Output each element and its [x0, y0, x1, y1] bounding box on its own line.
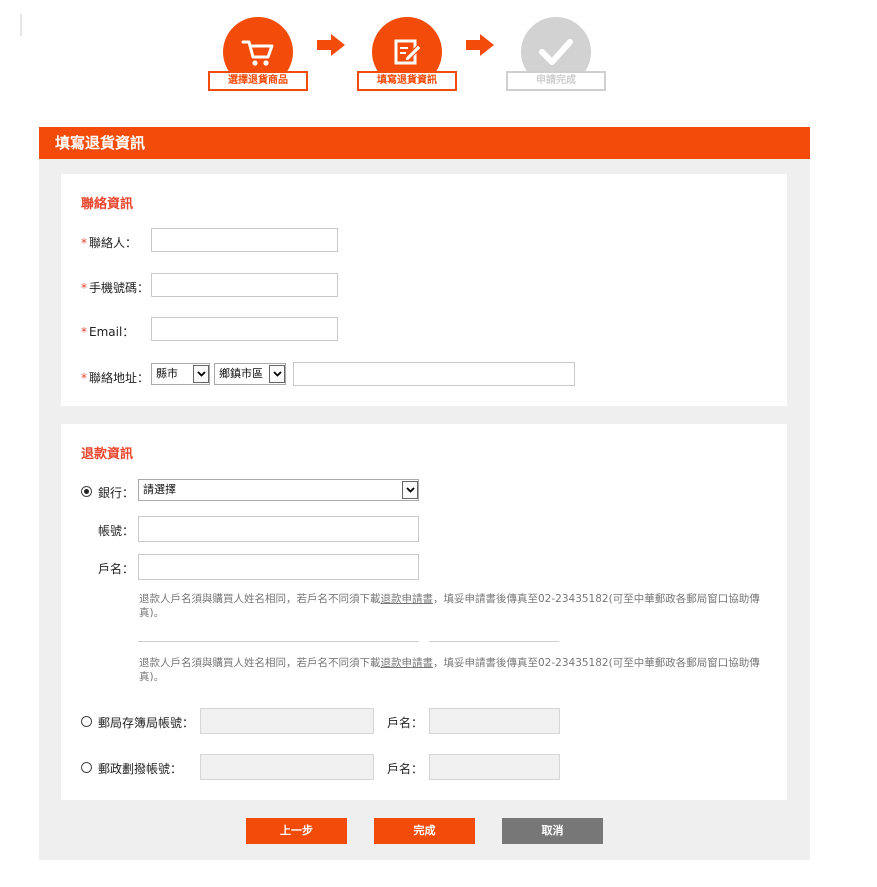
contact-name-input[interactable]	[151, 228, 338, 252]
divider	[138, 641, 419, 642]
district-select[interactable]: 鄉鎮市區	[214, 363, 286, 385]
address-input[interactable]	[293, 362, 575, 386]
prev-step-button[interactable]: 上一步	[246, 818, 347, 844]
phone-label: * 手機號碼：	[81, 281, 150, 295]
refund-note: 退款人戶名須與購買人姓名相同，若戶名不同須下載退款申請書，填妥申請書後傳真至02…	[139, 657, 760, 683]
chevron-down-icon	[269, 365, 285, 383]
post-savings-label: 郵局存簿局帳號：	[98, 716, 195, 730]
email-label: * Email：	[81, 325, 135, 339]
chevron-down-icon	[193, 365, 209, 383]
phone-input[interactable]	[151, 273, 338, 297]
step-fill-info: 填寫退貨資訊	[357, 17, 457, 91]
finish-button[interactable]: 完成	[374, 818, 475, 844]
holder-input[interactable]	[138, 554, 419, 580]
contact-section-title: 聯絡資訊	[81, 197, 134, 212]
refund-form-link[interactable]: 退款申請書	[381, 657, 434, 669]
holder-label: 戶名：	[98, 562, 135, 576]
step-label: 填寫退貨資訊	[357, 71, 457, 91]
arrow-right-icon	[466, 34, 494, 56]
step-label: 申請完成	[506, 71, 606, 91]
bank-select[interactable]: 請選擇	[138, 479, 419, 501]
postal-transfer-radio[interactable]	[81, 762, 92, 773]
post-savings-radio[interactable]	[81, 716, 92, 727]
postal-transfer-holder-input[interactable]	[429, 754, 560, 780]
address-label: * 聯絡地址：	[81, 371, 150, 385]
refund-section-title: 退款資訊	[81, 447, 134, 462]
refund-note: 退款人戶名須與購買人姓名相同，若戶名不同須下載退款申請書，填妥申請書後傳真至02…	[139, 593, 760, 619]
chevron-down-icon	[402, 481, 418, 499]
bank-radio[interactable]	[81, 486, 92, 497]
postal-transfer-label: 郵政劃撥帳號：	[98, 762, 183, 776]
return-form-panel: 填寫退貨資訊 聯絡資訊 * 聯絡人： * 手機號碼： * Email： * 聯絡地址： …	[39, 127, 810, 860]
post-savings-account-input[interactable]	[200, 708, 374, 734]
step-label: 選擇退貨商品	[208, 71, 308, 91]
bank-label: 銀行：	[98, 486, 135, 500]
refund-section: 退款資訊 銀行： 請選擇 帳號： 戶名： 退款人戶名須與購買人姓名相同，若戶名不…	[61, 424, 787, 800]
postal-transfer-holder-label: 戶名：	[387, 762, 424, 776]
account-input[interactable]	[138, 516, 419, 542]
email-input[interactable]	[151, 317, 338, 341]
post-savings-holder-label: 戶名：	[387, 716, 424, 730]
county-select[interactable]: 縣市	[151, 363, 210, 385]
contact-section: 聯絡資訊 * 聯絡人： * 手機號碼： * Email： * 聯絡地址： 縣市 鄉鎮市區	[61, 174, 787, 406]
cancel-button[interactable]: 取消	[502, 818, 603, 844]
account-label: 帳號：	[98, 524, 135, 538]
step-select-items: 選擇退貨商品	[208, 17, 308, 91]
contact-name-label: * 聯絡人：	[81, 236, 138, 250]
arrow-right-icon	[317, 34, 345, 56]
page-title: 填寫退貨資訊	[39, 127, 810, 159]
postal-transfer-account-input[interactable]	[200, 754, 374, 780]
step-complete: 申請完成	[506, 17, 606, 91]
divider	[429, 641, 559, 642]
page-divider	[20, 14, 22, 36]
post-savings-holder-input[interactable]	[429, 708, 560, 734]
refund-form-link[interactable]: 退款申請書	[381, 593, 434, 605]
